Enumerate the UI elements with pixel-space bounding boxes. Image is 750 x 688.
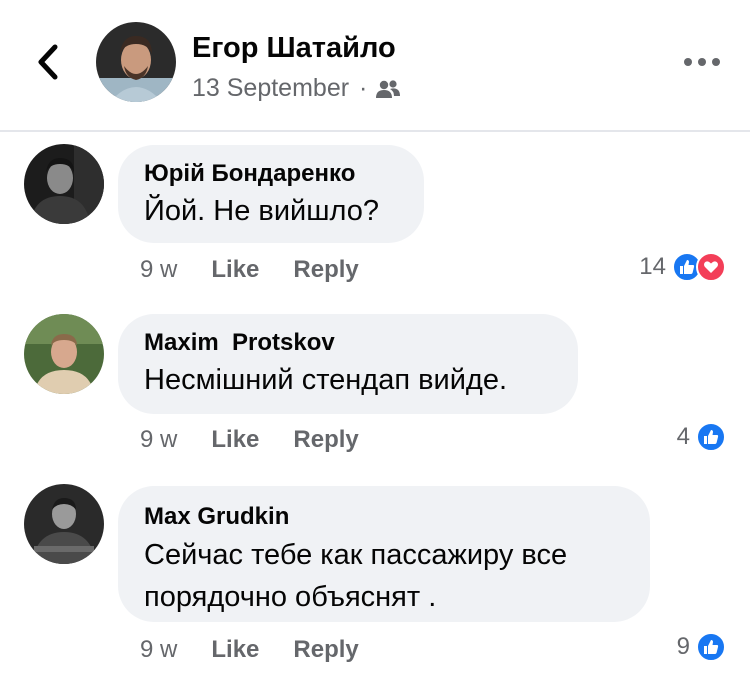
comment-bubble: Max Grudkin Сейчас тебе как пассажиру вс… — [118, 486, 650, 622]
more-dot-icon — [684, 58, 692, 66]
reply-button[interactable]: Reply — [293, 636, 358, 664]
like-button[interactable]: Like — [211, 426, 259, 454]
author-name[interactable]: Егор Шатайло — [192, 32, 396, 65]
comment-time[interactable]: 9 w — [140, 636, 177, 664]
thumbs-up-icon — [696, 632, 726, 662]
comment-bubble: Юрій Бондаренко Йой. Не вийшло? — [118, 145, 424, 243]
reply-button[interactable]: Reply — [293, 426, 358, 454]
commenter-avatar[interactable] — [24, 144, 104, 224]
reaction-count: 4 — [676, 423, 690, 450]
comment-actions: 9 w Like Reply — [140, 636, 359, 664]
commenter-name[interactable]: Maxim Protskov — [144, 328, 552, 358]
reaction-summary[interactable]: 14 — [639, 252, 726, 282]
comment-actions: 9 w Like Reply — [140, 426, 359, 454]
reaction-count: 14 — [639, 253, 666, 280]
more-options-button[interactable] — [684, 52, 720, 72]
post-header: Егор Шатайло 13 September · — [0, 0, 750, 132]
meta-separator: · — [359, 74, 368, 102]
more-dot-icon — [712, 58, 720, 66]
comment-actions: 9 w Like Reply — [140, 256, 359, 284]
author-avatar[interactable] — [96, 22, 176, 102]
chevron-left-icon — [38, 44, 58, 80]
back-button[interactable] — [30, 40, 66, 84]
comment-text: Несмішний стендап вийде. — [144, 364, 508, 396]
comment-text: Сейчас тебе как пассажиру все порядочно … — [144, 539, 568, 613]
comment-text: Йой. Не вийшло? — [144, 195, 379, 227]
commenter-avatar[interactable] — [24, 314, 104, 394]
comment-time[interactable]: 9 w — [140, 426, 177, 454]
commenter-name[interactable]: Max Grudkin — [144, 502, 624, 532]
post-meta: 13 September · — [192, 74, 401, 103]
like-button[interactable]: Like — [211, 636, 259, 664]
thumbs-up-icon — [696, 422, 726, 452]
reaction-summary[interactable]: 4 — [677, 422, 726, 452]
reaction-count: 9 — [676, 633, 690, 660]
commenter-avatar[interactable] — [24, 484, 104, 564]
reply-button[interactable]: Reply — [293, 256, 358, 284]
reaction-summary[interactable]: 9 — [677, 632, 726, 662]
more-dot-icon — [698, 58, 706, 66]
comment-bubble: Maxim Protskov Несмішний стендап вийде. — [118, 314, 578, 414]
post-date[interactable]: 13 September — [192, 74, 349, 103]
commenter-name[interactable]: Юрій Бондаренко — [144, 159, 398, 189]
friends-icon — [376, 79, 401, 98]
heart-icon — [696, 252, 726, 282]
like-button[interactable]: Like — [211, 256, 259, 284]
comment-time[interactable]: 9 w — [140, 256, 177, 284]
